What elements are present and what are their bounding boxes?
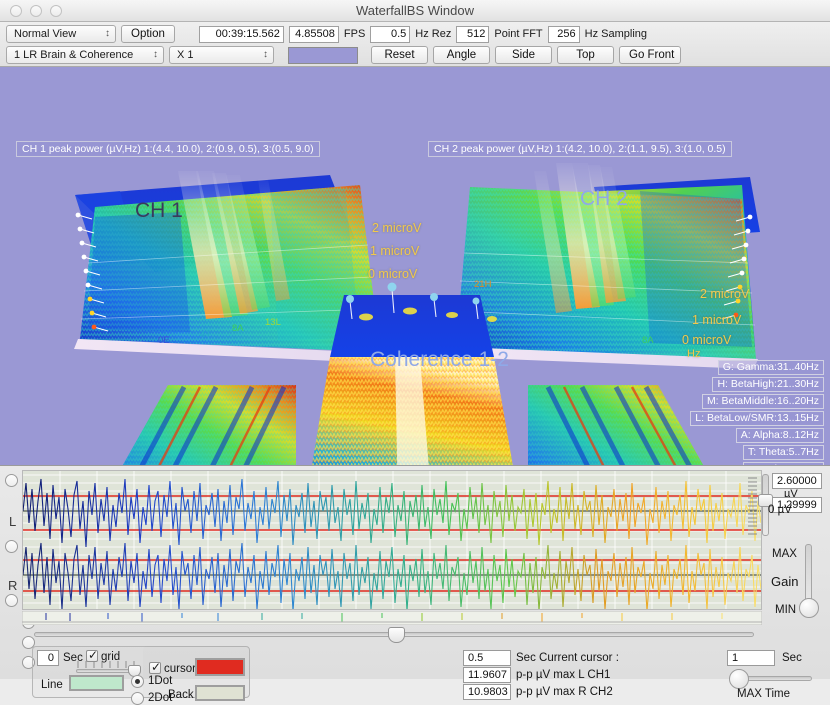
ch1-peak-power-tag: CH 1 peak power (µV,Hz) 1:(4.4, 10.0), 2… xyxy=(16,141,320,157)
max-time-label: MAX Time xyxy=(737,688,791,700)
point-fft-label: Point FFT xyxy=(494,28,543,40)
scale-zero-label: 0 µV xyxy=(768,504,792,516)
go-front-button[interactable]: Go Front xyxy=(619,46,681,64)
gain-max-label: MAX xyxy=(772,548,797,560)
ch2-axis-label-0uv: 0 microV xyxy=(682,333,732,347)
channel-label-right: R xyxy=(8,578,18,593)
angle-button[interactable]: Angle xyxy=(433,46,490,64)
pp-left-field[interactable]: 11.9607 xyxy=(463,667,511,683)
left-spectrogram xyxy=(122,385,296,465)
window-title: WaterfallBS Window xyxy=(356,3,474,18)
line-color-swatch[interactable] xyxy=(69,675,124,691)
waveform-radio-3[interactable] xyxy=(5,594,18,607)
ch2-hz-axis-label: Hz xyxy=(687,348,701,360)
band-alpha: A: Alpha:8..12Hz xyxy=(735,428,824,443)
band-betamiddle: M: BetaMiddle:16..20Hz xyxy=(701,394,824,409)
frequency-band-legend: G: Gamma:31..40Hz H: BetaHigh:21..30Hz M… xyxy=(690,360,824,465)
ch2-peak-power-tag: CH 2 peak power (µV,Hz) 1:(4.2, 10.0), 2… xyxy=(428,141,732,157)
scale-max-value[interactable]: 2.60000 xyxy=(772,473,822,489)
channel-label-left: L xyxy=(9,514,17,529)
band-betalow-smr: L: BetaLow/SMR:13..15Hz xyxy=(690,411,824,426)
max-time-thumb[interactable] xyxy=(729,669,749,689)
back-color-label: Back xyxy=(168,689,194,701)
hz-rez-label: Hz Rez xyxy=(415,28,452,40)
toolbar: Normal View Option 00:39:15.562 4.85508 … xyxy=(0,22,830,67)
band-betahigh: H: BetaHigh:21..30Hz xyxy=(712,377,824,392)
view-mode-select[interactable]: Normal View xyxy=(6,25,116,43)
ch1-axis-label-1uv: 1 microV xyxy=(370,244,420,258)
pp-right-field[interactable]: 10.9803 xyxy=(463,684,511,700)
reset-button[interactable]: Reset xyxy=(371,46,428,64)
fps-field[interactable]: 4.85508 xyxy=(288,25,339,43)
top-button[interactable]: Top xyxy=(557,46,614,64)
cursor-checkbox[interactable] xyxy=(149,660,161,674)
toolbar-row-1: Normal View Option 00:39:15.562 4.85508 … xyxy=(6,24,824,44)
sampling-field[interactable]: 256 xyxy=(547,25,580,43)
sec-offset-field[interactable]: 0 xyxy=(37,650,59,666)
time-scroll-thumb[interactable] xyxy=(388,627,405,643)
waterfall-window: WaterfallBS Window Normal View Option 00… xyxy=(0,0,830,705)
gain-label: Gain xyxy=(771,574,799,589)
pp-left-label: p-p µV max L CH1 xyxy=(516,669,611,681)
display-mode-select[interactable]: 1 LR Brain & Coherence xyxy=(6,46,164,64)
pp-right-label: p-p µV max R CH2 xyxy=(516,686,613,698)
cursor-color-swatch[interactable] xyxy=(195,658,245,676)
cursor-sec-field[interactable]: 0.5 xyxy=(463,650,511,666)
cursor-sec-label: Sec Current cursor : xyxy=(516,652,619,664)
ch2-axis-label-2uv: 2 microV xyxy=(700,287,750,301)
ch2-plot-title: CH 2 xyxy=(580,187,628,210)
waterfall-3d-view[interactable]: CH 1 CH 2 Coherence 1-2 CH 1 peak power … xyxy=(0,67,830,465)
hz-rez-field[interactable]: 0.5 xyxy=(370,25,411,43)
waveform-radio-2[interactable] xyxy=(5,540,18,553)
coherence-plot-title: Coherence 1-2 xyxy=(370,348,509,371)
freq-tick-right-21h: 21H xyxy=(474,279,492,290)
zoom-factor-select[interactable]: X 1 xyxy=(169,46,274,64)
waveform-plot[interactable] xyxy=(22,470,762,610)
color-swatch[interactable] xyxy=(288,46,358,64)
freq-tick-left-0e: 0E xyxy=(158,335,170,346)
waveform-panel: L R 2.60000 µV 1.29999 0 µV MAX Gain MIN… xyxy=(0,465,830,705)
max-time-unit-label: Sec xyxy=(782,652,802,664)
ch1-axis-label-0uv: 0 microV xyxy=(368,267,418,281)
freq-tick-left-8a: 8A xyxy=(232,323,244,334)
max-time-field[interactable]: 1 xyxy=(727,650,775,666)
freq-tick-left-13l: 13L xyxy=(265,317,281,328)
elapsed-time-field[interactable]: 00:39:15.562 xyxy=(198,25,284,43)
freq-tick-right-8a: 8A xyxy=(642,335,654,346)
sampling-label: Hz Sampling xyxy=(584,28,648,40)
event-marker-strip[interactable] xyxy=(22,611,762,625)
back-color-swatch[interactable] xyxy=(195,685,245,701)
ch1-axis-label-2uv: 2 microV xyxy=(372,221,422,235)
ch1-plot-title: CH 1 xyxy=(135,199,183,222)
waveform-canvas xyxy=(23,471,761,609)
band-theta: T: Theta:5..7Hz xyxy=(742,445,824,460)
side-button[interactable]: Side xyxy=(495,46,552,64)
line-color-label: Line xyxy=(41,679,63,691)
toolbar-row-2: 1 LR Brain & Coherence X 1 Reset Angle S… xyxy=(6,45,824,65)
band-gamma: G: Gamma:31..40Hz xyxy=(717,360,824,375)
point-fft-field[interactable]: 512 xyxy=(456,25,490,43)
scale-tick-marks xyxy=(748,477,757,535)
ch2-axis-label-1uv: 1 microV xyxy=(692,313,742,327)
gain-slider-thumb[interactable] xyxy=(799,598,819,618)
fps-label: FPS xyxy=(343,28,366,40)
waveform-radio-1[interactable] xyxy=(5,474,18,487)
freq-tick-left-4t: 4T xyxy=(200,329,212,340)
option-button[interactable]: Option xyxy=(121,25,175,43)
cursor-label: cursor xyxy=(164,663,196,675)
gain-min-label: MIN xyxy=(775,604,797,616)
title-bar: WaterfallBS Window xyxy=(0,0,830,22)
